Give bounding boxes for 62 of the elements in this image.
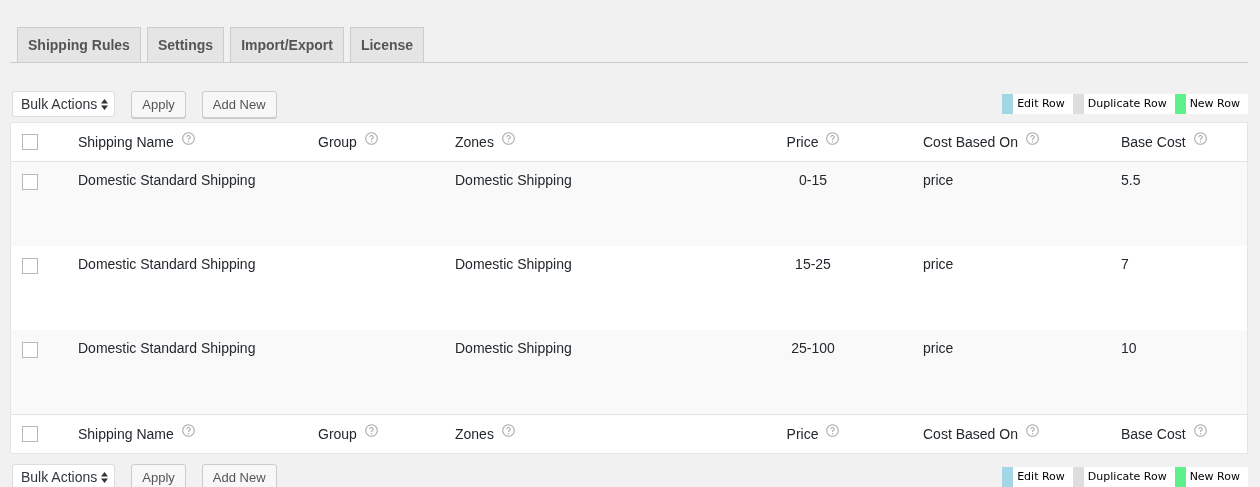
help-icon <box>1193 131 1207 145</box>
column-header: Cost Based On <box>923 426 1018 442</box>
bulk-actions-select[interactable]: Bulk Actions <box>12 91 116 117</box>
legend-label: Duplicate Row <box>1083 467 1175 487</box>
table-cell: 25-100 <box>791 340 835 356</box>
legend-label: Duplicate Row <box>1083 94 1175 114</box>
table-cell: price <box>923 340 954 356</box>
column-header: Zones <box>455 134 494 150</box>
table-cell: Domestic Shipping <box>455 340 572 356</box>
help-icon <box>1025 423 1039 437</box>
column-header: Base Cost <box>1121 134 1186 150</box>
column-header: Base Cost <box>1121 426 1186 442</box>
help-icon <box>364 131 378 145</box>
select-all-checkbox[interactable] <box>22 134 38 150</box>
column-header: Cost Based On <box>923 134 1018 150</box>
column-header: Price <box>786 134 819 150</box>
tab[interactable]: Import/Export <box>230 27 344 62</box>
legend-label: Edit Row <box>1013 94 1073 114</box>
table-cell: Domestic Standard Shipping <box>78 256 256 272</box>
row-checkbox[interactable] <box>22 174 38 190</box>
tab[interactable]: License <box>349 27 425 62</box>
help-icon <box>826 131 840 145</box>
column-header: Group <box>318 134 357 150</box>
column-header: Price <box>786 426 819 442</box>
column-header: Group <box>318 426 357 442</box>
tab[interactable]: Settings <box>146 27 225 62</box>
help-icon <box>501 131 515 145</box>
tab[interactable]: Shipping Rules <box>17 27 141 62</box>
help-icon <box>1193 423 1207 437</box>
help-icon <box>826 423 840 437</box>
add-new-button[interactable]: Add New <box>201 463 277 487</box>
legend-label: Edit Row <box>1013 467 1073 487</box>
table-cell: Domestic Shipping <box>455 172 572 188</box>
table-cell: 0-15 <box>799 172 827 188</box>
table-cell: price <box>923 172 954 188</box>
sort-arrows-icon <box>101 98 109 110</box>
column-header: Zones <box>455 426 494 442</box>
table-cell: 10 <box>1121 340 1137 356</box>
legend-label: New Row <box>1185 94 1248 114</box>
help-icon <box>181 131 195 145</box>
apply-button[interactable]: Apply <box>131 90 186 118</box>
table-cell: 5.5 <box>1121 172 1141 188</box>
table-cell: 7 <box>1121 256 1129 272</box>
table-cell: 15-25 <box>795 256 831 272</box>
column-header: Shipping Name <box>78 426 174 442</box>
row-checkbox[interactable] <box>22 342 38 358</box>
help-icon <box>1025 131 1039 145</box>
help-icon <box>364 423 378 437</box>
column-header: Shipping Name <box>78 134 174 150</box>
bulk-actions-select[interactable]: Bulk Actions <box>12 464 116 487</box>
table-cell: price <box>923 256 954 272</box>
add-new-button[interactable]: Add New <box>201 90 277 118</box>
table-cell: Domestic Standard Shipping <box>78 340 256 356</box>
help-icon <box>501 423 515 437</box>
table-cell: Domestic Standard Shipping <box>78 172 256 188</box>
row-checkbox[interactable] <box>22 258 38 274</box>
legend-label: New Row <box>1185 467 1248 487</box>
table-cell: Domestic Shipping <box>455 256 572 272</box>
help-icon <box>181 423 195 437</box>
apply-button[interactable]: Apply <box>131 463 186 487</box>
sort-arrows-icon <box>101 471 109 483</box>
select-all-checkbox[interactable] <box>22 426 38 442</box>
